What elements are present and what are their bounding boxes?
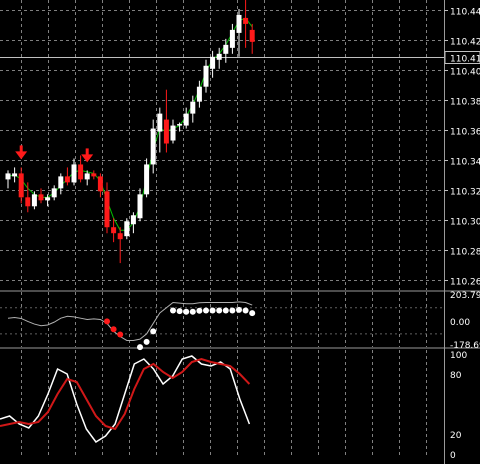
candle-bullish xyxy=(223,44,229,54)
candle-bullish xyxy=(130,215,136,225)
axis-tick-label: 110.345 xyxy=(450,158,480,168)
candle-bullish xyxy=(144,164,150,195)
candle-bearish xyxy=(64,176,70,183)
cci-signal-dot xyxy=(104,318,110,325)
cci-signal-dot xyxy=(216,307,223,314)
cci-axis-label: 0.00 xyxy=(450,318,470,328)
current-price-label: 110.414 xyxy=(450,55,480,65)
candle-bearish xyxy=(25,197,31,207)
cci-signal-dot xyxy=(236,306,242,313)
cci-signal-dot xyxy=(150,328,157,335)
candle-bullish xyxy=(216,53,222,60)
axis-tick-label: 110.385 xyxy=(450,98,480,108)
axis-tick-label: 110.325 xyxy=(450,188,480,198)
candle-bearish xyxy=(243,17,249,24)
candle-bullish xyxy=(45,197,51,201)
chart-background xyxy=(0,0,480,464)
candle-bearish xyxy=(111,227,117,234)
stochastic-axis-label: 20 xyxy=(450,431,462,441)
candle-bullish xyxy=(203,65,209,87)
stochastic-axis-label: 0 xyxy=(450,451,456,461)
cci-signal-dot xyxy=(196,307,203,314)
cci-signal-dot xyxy=(222,307,229,314)
candle-bullish xyxy=(177,124,183,126)
cci-axis-label: -178.694 xyxy=(450,341,480,351)
candle-bearish xyxy=(117,233,123,240)
cci-signal-dot xyxy=(137,344,143,351)
candle-bullish xyxy=(12,173,18,177)
candle-bullish xyxy=(137,194,143,219)
candle-bullish xyxy=(157,113,163,132)
cci-signal-dot xyxy=(110,326,117,333)
stochastic-axis-label: 80 xyxy=(450,371,462,381)
candle-bullish xyxy=(58,176,64,189)
axis-tick-label: 110.425 xyxy=(450,38,480,48)
cci-signal-dot xyxy=(209,307,216,314)
cci-signal-dot xyxy=(203,307,209,314)
chart-canvas: 110.445 110.425 110.405 110.385 110.365 110.3… xyxy=(0,0,480,464)
candle-bullish xyxy=(170,125,176,141)
candle-bearish xyxy=(163,119,169,144)
candle-bullish xyxy=(236,14,242,33)
axis-tick-label: 110.445 xyxy=(450,8,480,18)
candle-bullish xyxy=(210,56,216,69)
candle-bearish xyxy=(18,173,24,198)
cci-signal-dot xyxy=(170,307,176,314)
cci-signal-dot xyxy=(189,308,196,315)
axis-tick-label: 110.365 xyxy=(450,128,480,138)
candle-bullish xyxy=(51,188,57,198)
cci-signal-dot xyxy=(183,308,190,315)
axis-tick-label: 110.405 xyxy=(450,68,480,78)
cci-signal-dot xyxy=(117,331,124,338)
candle-bullish xyxy=(229,29,235,48)
candle-bearish xyxy=(91,173,97,177)
candle-bullish xyxy=(190,101,196,114)
candle-bullish xyxy=(196,86,202,102)
candle-bullish xyxy=(150,128,156,165)
candle-bullish xyxy=(5,173,11,180)
cci-signal-dot xyxy=(249,310,256,317)
candle-bearish xyxy=(38,194,44,201)
cci-signal-dot xyxy=(176,308,183,315)
candle-bullish xyxy=(31,194,37,207)
cci-axis-label: 203.7961 xyxy=(450,291,480,301)
candle-bullish xyxy=(71,164,77,183)
candle-bearish xyxy=(104,191,110,228)
candle-bullish xyxy=(124,221,130,237)
cci-signal-dot xyxy=(143,338,150,345)
candle-bearish xyxy=(249,29,255,42)
candle-bearish xyxy=(97,176,103,192)
cci-signal-dot xyxy=(242,307,249,314)
axis-tick-label: 110.305 xyxy=(450,218,480,228)
candle-bullish xyxy=(183,113,189,126)
stochastic-axis-label: 100 xyxy=(450,351,467,361)
candle-bullish xyxy=(84,173,90,180)
cci-signal-dot xyxy=(229,307,236,314)
axis-tick-label: 110.265 xyxy=(450,278,480,288)
candle-bearish xyxy=(78,164,84,180)
axis-tick-label: 110.285 xyxy=(450,248,480,258)
